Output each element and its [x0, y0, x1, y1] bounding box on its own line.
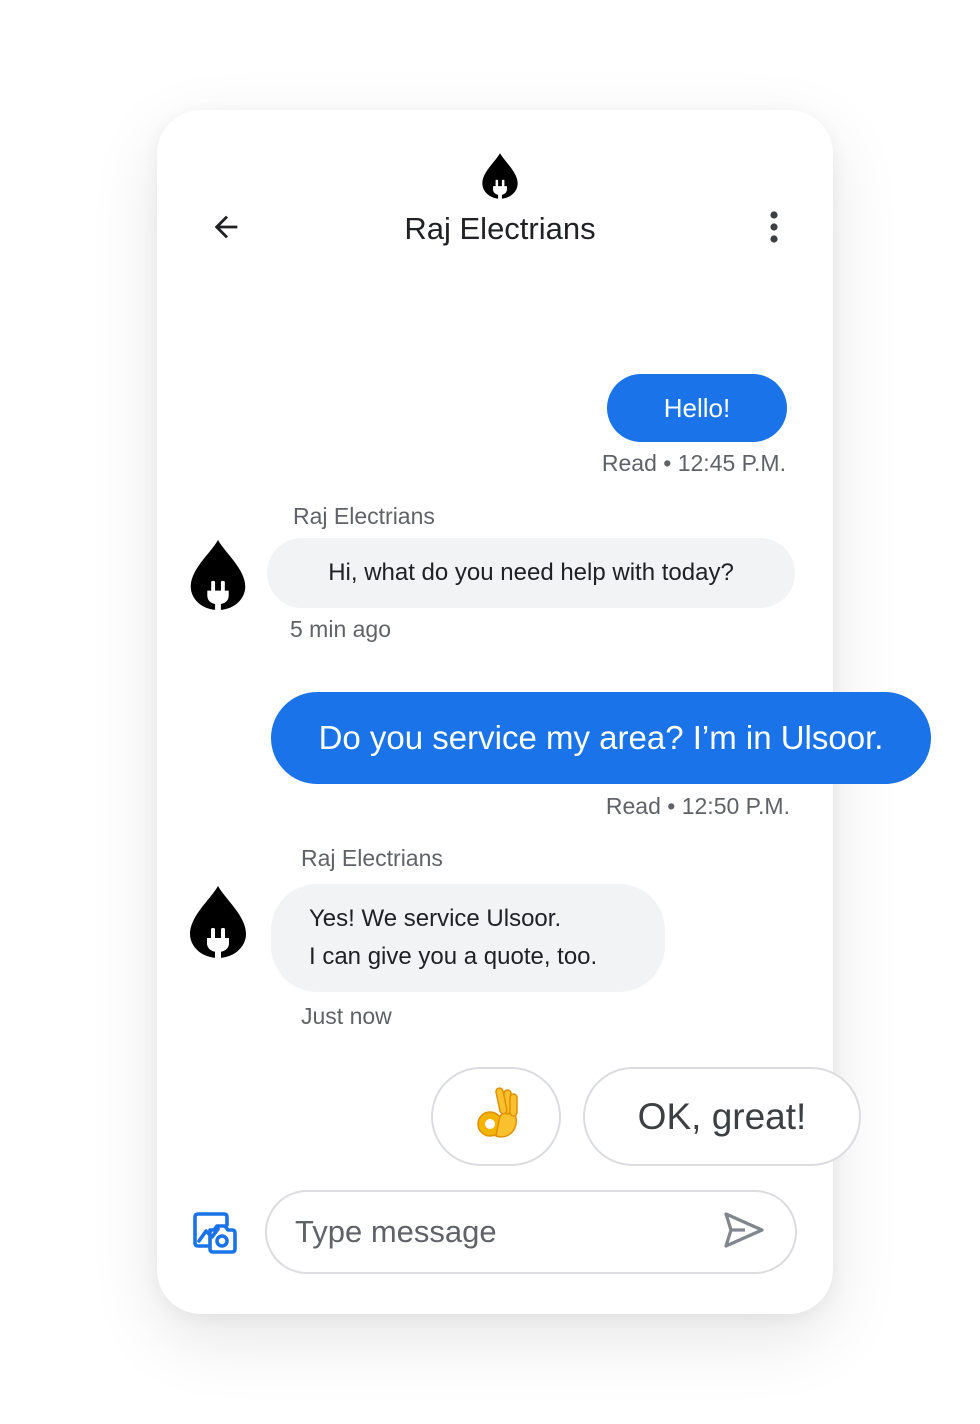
suggestion-chip-ok-hand[interactable]: [431, 1067, 561, 1166]
more-vert-icon: [769, 210, 779, 249]
ok-hand-emoji: [470, 1086, 522, 1147]
incoming-message: Hi, what do you need help with today?: [267, 538, 795, 608]
incoming-message: Yes! We service Ulsoor. I can give you a…: [271, 884, 665, 992]
outgoing-message: Hello!: [607, 374, 787, 442]
gallery-camera-icon: [190, 1208, 238, 1261]
sender-name: Raj Electrians: [301, 845, 443, 871]
stage: Raj Electrians Hello! Read • 12:45 P.M. …: [0, 0, 980, 1424]
message-timestamp: 5 min ago: [290, 616, 392, 642]
send-icon: [723, 1211, 765, 1254]
arrow-back-icon: [209, 210, 243, 249]
message-line: Yes! We service Ulsoor.: [309, 905, 562, 932]
page-title: Raj Electrians: [404, 211, 596, 246]
suggestion-chip-ok-great[interactable]: OK, great!: [583, 1067, 861, 1166]
back-button[interactable]: [198, 206, 254, 252]
message-input[interactable]: [295, 1204, 715, 1260]
flame-plug-icon: [481, 152, 519, 200]
message-line: I can give you a quote, too.: [309, 943, 598, 970]
avatar: [188, 884, 248, 960]
read-receipt: Read • 12:45 P.M.: [601, 450, 786, 476]
avatar: [188, 538, 248, 612]
message-timestamp: Just now: [301, 1003, 392, 1029]
sender-name: Raj Electrians: [293, 503, 435, 529]
outgoing-message: Do you service my area? I’m in Ulsoor.: [271, 692, 931, 784]
send-button[interactable]: [714, 1206, 774, 1258]
attach-media-button[interactable]: [184, 1204, 244, 1264]
read-receipt: Read • 12:50 P.M.: [605, 793, 790, 819]
more-options-button[interactable]: [752, 206, 796, 252]
